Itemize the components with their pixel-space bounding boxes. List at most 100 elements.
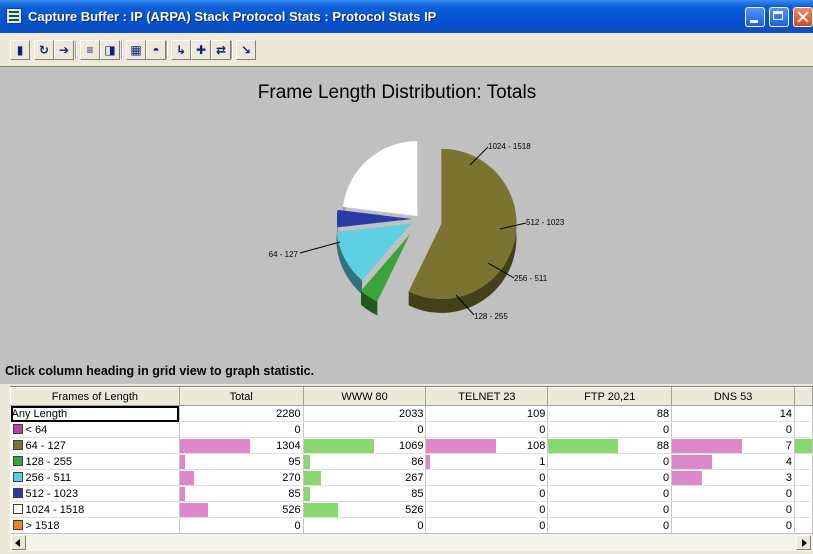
close-button[interactable] <box>793 7 813 27</box>
table-row[interactable]: 1024 - 1518 526 526 0 0 0 <box>10 501 813 518</box>
table-cell[interactable]: 0 <box>671 485 795 502</box>
zoom-icon[interactable]: ↳ <box>171 40 191 60</box>
cell-value: 1 <box>539 455 546 468</box>
pie-slice[interactable] <box>342 141 418 221</box>
table-cell[interactable]: 0 <box>547 501 673 518</box>
column-header[interactable]: DNS 53 <box>671 387 795 406</box>
chart-view-icon[interactable]: ◨ <box>100 40 120 60</box>
row-label[interactable]: 256 - 511 <box>10 469 180 486</box>
table-cell[interactable]: 109 <box>425 405 549 422</box>
add-icon[interactable]: ✚ <box>191 40 211 60</box>
value-bar <box>303 439 374 453</box>
table-cell[interactable]: 0 <box>179 421 304 438</box>
minimize-button[interactable] <box>745 7 765 27</box>
column-header[interactable]: FTP 20,21 <box>547 387 673 406</box>
row-label[interactable]: 64 - 127 <box>10 437 180 454</box>
table-cell[interactable]: 1069 <box>303 437 427 454</box>
column-header[interactable]: Frames of Length <box>10 387 180 406</box>
table-cell[interactable]: 526 <box>303 501 427 518</box>
toolbar-separator <box>75 41 77 59</box>
table-cell[interactable]: 0 <box>425 501 549 518</box>
table-cell-overflow <box>794 437 813 454</box>
table-cell[interactable]: 2033 <box>303 405 427 422</box>
table-cell[interactable]: 88 <box>547 405 673 422</box>
table-cell[interactable]: 95 <box>179 453 304 470</box>
table-cell[interactable]: 0 <box>425 469 549 486</box>
table-cell[interactable]: 3 <box>671 469 795 486</box>
scroll-right-icon[interactable] <box>796 535 811 550</box>
table-cell[interactable]: 108 <box>425 437 549 454</box>
table-row[interactable]: 128 - 255 95 86 1 0 4 <box>10 453 813 470</box>
column-header[interactable]: WWW 80 <box>302 387 427 406</box>
table-cell[interactable]: 14 <box>671 405 795 422</box>
table-cell[interactable]: 85 <box>179 485 304 502</box>
pie-slice-top[interactable] <box>342 141 418 217</box>
toolbar-separator <box>231 41 233 59</box>
refresh-icon[interactable]: ↻ <box>34 40 54 60</box>
table-cell[interactable]: 267 <box>303 469 427 486</box>
table-row[interactable]: Any Length 2280 2033 109 88 14 <box>10 405 813 422</box>
table-cell[interactable]: 1 <box>425 453 549 470</box>
row-label[interactable]: > 1518 <box>10 517 180 534</box>
table-row[interactable]: < 64 0 0 0 0 0 <box>10 421 813 438</box>
table-row[interactable]: 256 - 511 270 267 0 0 3 <box>10 469 813 486</box>
table-cell[interactable]: 2280 <box>179 405 304 422</box>
row-label[interactable]: 1024 - 1518 <box>10 501 180 518</box>
go-arrow-icon[interactable]: ➔ <box>54 40 74 60</box>
pointer-icon[interactable]: ↘ <box>236 40 256 60</box>
pie-slice[interactable] <box>408 148 517 313</box>
table-cell[interactable]: 85 <box>303 485 427 502</box>
table-cell[interactable]: 0 <box>425 485 549 502</box>
cell-value: 0 <box>539 519 546 532</box>
maximize-button[interactable] <box>769 7 789 27</box>
table-row[interactable]: 64 - 127 1304 1069 108 88 7 <box>10 437 813 454</box>
value-bar <box>179 487 185 501</box>
sort-az-icon[interactable]: ≡ <box>80 40 100 60</box>
value-bar <box>179 503 208 517</box>
row-label-text: 512 - 1023 <box>25 487 79 500</box>
table-cell[interactable]: 0 <box>671 501 795 518</box>
cell-value: 7 <box>785 439 792 452</box>
column-header[interactable]: TELNET 23 <box>425 387 549 406</box>
table-cell[interactable]: 270 <box>179 469 304 486</box>
row-label[interactable]: 512 - 1023 <box>10 485 180 502</box>
table-cell[interactable]: 0 <box>547 517 673 534</box>
table-cell[interactable]: 0 <box>303 421 427 438</box>
table-cell[interactable]: 0 <box>671 421 795 438</box>
column-header[interactable]: Total <box>178 387 304 406</box>
table-cell[interactable]: 0 <box>547 453 673 470</box>
table-cell[interactable]: 7 <box>671 437 795 454</box>
table-cell[interactable]: 0 <box>547 421 673 438</box>
row-label[interactable]: 128 - 255 <box>10 453 180 470</box>
table-row[interactable]: > 1518 0 0 0 0 0 <box>10 517 813 534</box>
cell-value: 267 <box>405 471 424 484</box>
table-cell[interactable]: 0 <box>671 517 795 534</box>
table-cell[interactable]: 526 <box>179 501 304 518</box>
color-swatch <box>12 423 23 434</box>
table-cell[interactable]: 86 <box>303 453 427 470</box>
table-cell[interactable]: 4 <box>671 453 795 470</box>
scroll-left-icon[interactable] <box>11 535 26 550</box>
table-cell[interactable]: 0 <box>547 485 673 502</box>
row-label[interactable]: < 64 <box>10 421 180 438</box>
table-cell[interactable]: 0 <box>303 517 427 534</box>
pie-chart-icon[interactable]: ◓ <box>146 40 166 60</box>
value-bar <box>303 471 321 485</box>
cell-value: 526 <box>282 503 301 516</box>
table-cell[interactable]: 1304 <box>179 437 304 454</box>
table-cell[interactable]: 0 <box>179 517 304 534</box>
value-bar <box>179 439 250 453</box>
table-cell[interactable]: 0 <box>547 469 673 486</box>
value-bar <box>303 455 310 469</box>
network-icon[interactable]: ⇄ <box>211 40 231 60</box>
table-cell[interactable]: 0 <box>425 421 549 438</box>
stop-icon[interactable]: ▮ <box>10 40 30 60</box>
row-label[interactable]: Any Length <box>10 405 180 422</box>
pie-chart[interactable]: Frame Length Distribution: Totals 64 - 1… <box>0 67 813 385</box>
horizontal-scrollbar[interactable] <box>10 533 813 551</box>
table-row[interactable]: 512 - 1023 85 85 0 0 0 <box>10 485 813 502</box>
table-cell[interactable]: 88 <box>547 437 673 454</box>
table-cell[interactable]: 0 <box>425 517 549 534</box>
title-bar[interactable]: Capture Buffer : IP (ARPA) Stack Protoco… <box>0 0 813 33</box>
grid-view-icon[interactable]: ▦ <box>126 40 146 60</box>
